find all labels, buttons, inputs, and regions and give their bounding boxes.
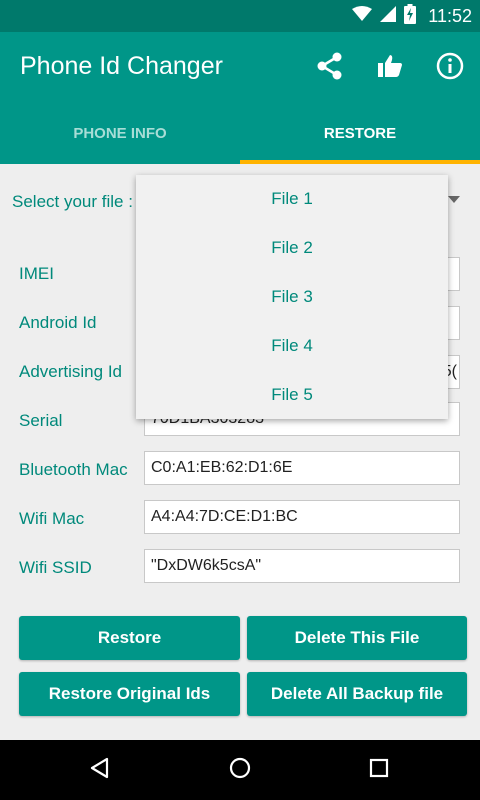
- home-circle-icon: [228, 756, 252, 785]
- imei-label: IMEI: [19, 264, 54, 283]
- clock-time: 11:52: [428, 5, 472, 26]
- restore-original-ids-button[interactable]: Restore Original Ids: [19, 672, 240, 716]
- dropdown-item-file-2[interactable]: File 2: [136, 224, 448, 273]
- battery-charging-icon: [404, 3, 417, 29]
- thumbs-up-icon: [376, 52, 404, 85]
- status-bar: 11:52: [0, 0, 480, 32]
- serial-label: Serial: [19, 411, 63, 430]
- wifi-ssid-field[interactable]: "DxDW6k5csA": [144, 549, 460, 583]
- share-button[interactable]: [310, 48, 350, 88]
- home-button[interactable]: [220, 750, 260, 790]
- dropdown-item-file-3[interactable]: File 3: [136, 273, 448, 322]
- file-dropdown-menu: File 1 File 2 File 3 File 4 File 5: [136, 175, 448, 419]
- delete-all-backup-button[interactable]: Delete All Backup file: [247, 672, 467, 716]
- dropdown-item-file-1[interactable]: File 1: [136, 175, 448, 224]
- file-spinner-caret-icon[interactable]: [448, 196, 460, 203]
- wifi-ssid-label: Wifi SSID: [19, 558, 92, 577]
- bluetooth-mac-field[interactable]: C0:A1:EB:62:D1:6E: [144, 451, 460, 485]
- wifi-mac-label: Wifi Mac: [19, 509, 85, 528]
- rate-button[interactable]: [370, 48, 410, 88]
- advertising-id-label: Advertising Id: [19, 362, 122, 381]
- android-id-label: Android Id: [19, 313, 97, 332]
- wifi-icon: [352, 5, 373, 27]
- status-icons: 11:52: [352, 0, 472, 32]
- app-title: Phone Id Changer: [20, 52, 223, 80]
- dropdown-item-file-5[interactable]: File 5: [136, 370, 448, 419]
- restore-button[interactable]: Restore: [19, 616, 240, 660]
- tab-restore[interactable]: RESTORE: [240, 102, 480, 164]
- tab-bar: PHONE INFO RESTORE: [0, 102, 480, 164]
- back-button[interactable]: [80, 750, 120, 790]
- wifi-mac-field[interactable]: A4:A4:7D:CE:D1:BC: [144, 500, 460, 534]
- signal-icon: [380, 5, 397, 27]
- share-icon: [316, 52, 344, 85]
- info-icon: [436, 52, 464, 85]
- delete-this-file-button[interactable]: Delete This File: [247, 616, 467, 660]
- bluetooth-mac-label: Bluetooth Mac: [19, 460, 128, 479]
- info-button[interactable]: [430, 48, 470, 88]
- tab-phone-info[interactable]: PHONE INFO: [0, 102, 240, 164]
- system-nav-bar: [0, 740, 480, 800]
- recents-button[interactable]: [359, 750, 399, 790]
- dropdown-item-file-4[interactable]: File 4: [136, 321, 448, 370]
- app-bar: Phone Id Changer: [0, 32, 480, 102]
- back-triangle-icon: [88, 756, 112, 785]
- recents-square-icon: [367, 756, 391, 785]
- select-file-label: Select your file :: [12, 192, 133, 211]
